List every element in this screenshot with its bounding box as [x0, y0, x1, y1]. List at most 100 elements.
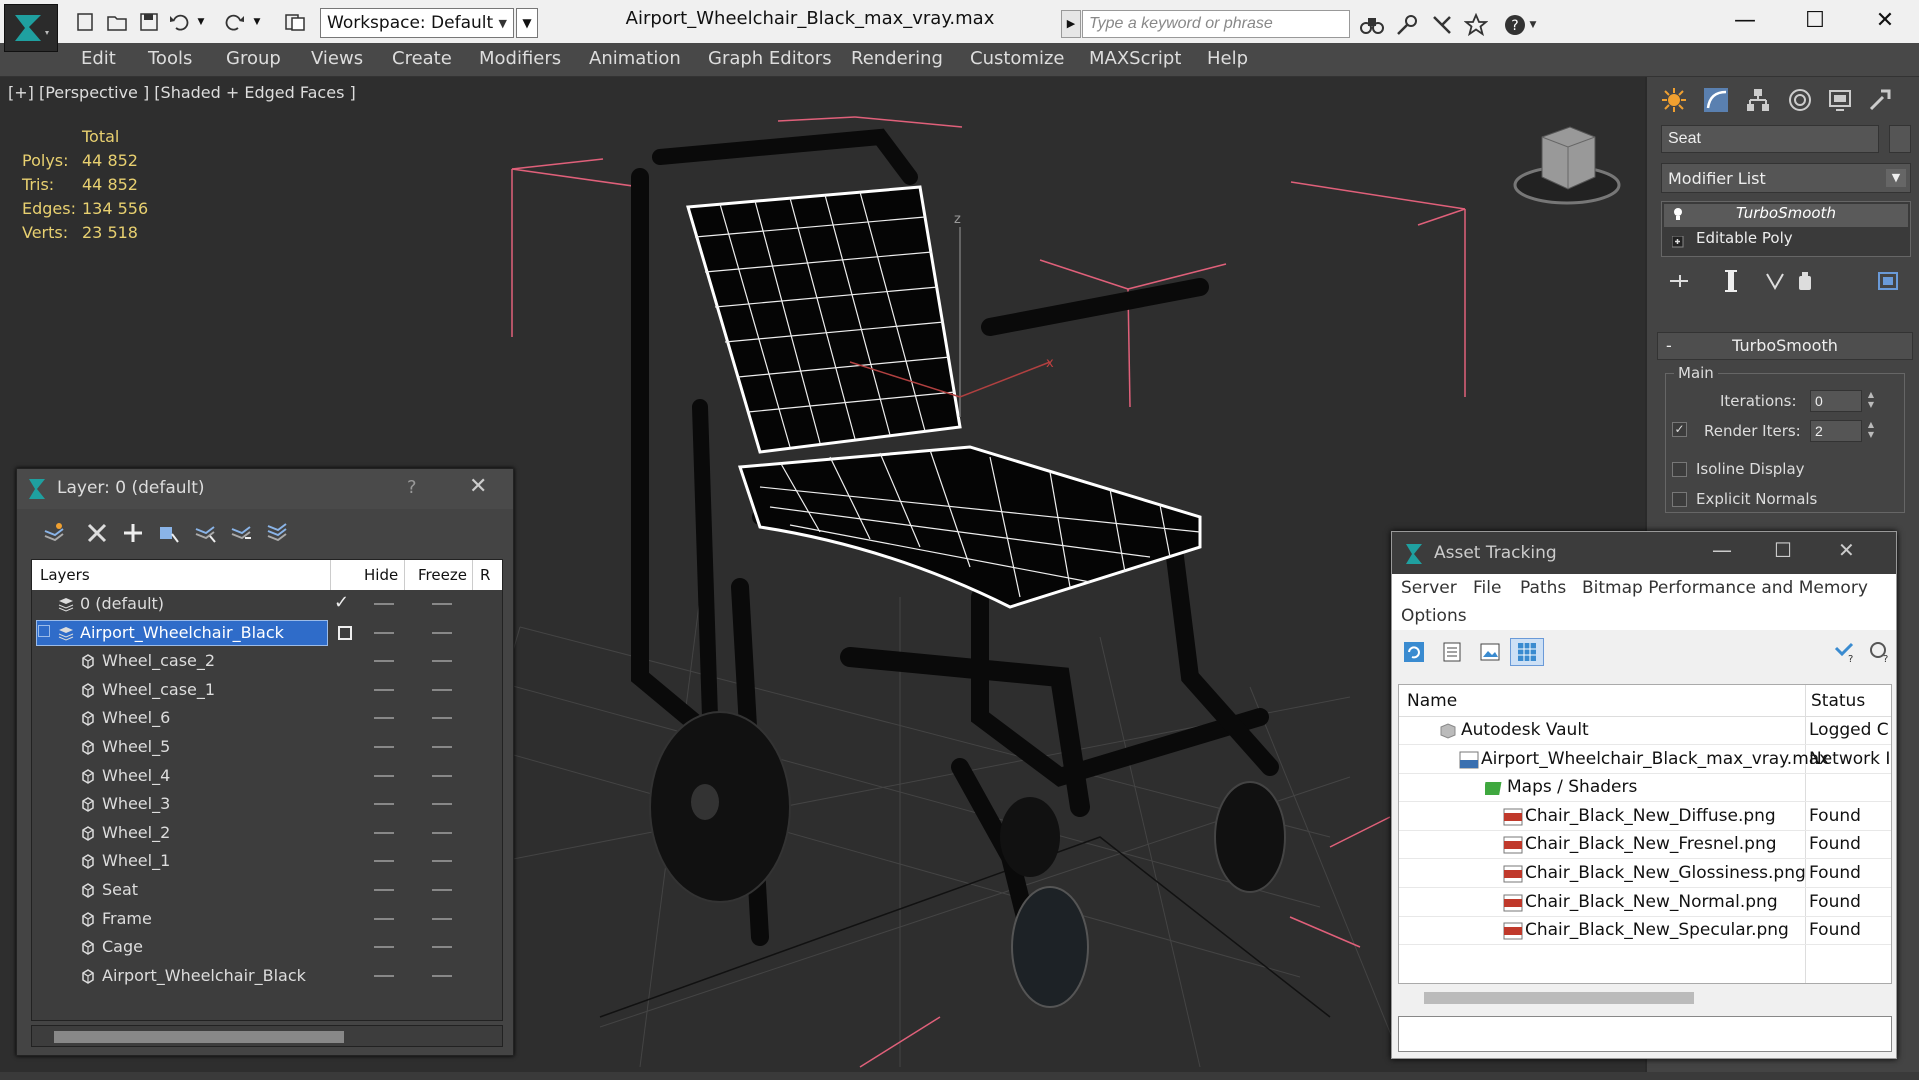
list-view-icon[interactable]: [1438, 638, 1466, 666]
layer-row[interactable]: Wheel_1: [32, 847, 498, 875]
freeze-toggle[interactable]: [432, 974, 452, 977]
asset-tracking-titlebar[interactable]: Asset Tracking — ☐ ✕: [1392, 532, 1896, 574]
modify-tab-icon[interactable]: [1697, 83, 1735, 117]
hide-toggle[interactable]: [374, 688, 394, 691]
stack-item-editable-poly[interactable]: Editable Poly: [1664, 229, 1908, 252]
hide-toggle[interactable]: [374, 946, 394, 949]
binoculars-icon[interactable]: [1357, 10, 1387, 40]
menu-server[interactable]: Server: [1401, 578, 1457, 598]
freeze-toggle[interactable]: [432, 917, 452, 920]
new-file-icon[interactable]: [72, 9, 98, 35]
menu-animation[interactable]: Animation: [589, 48, 681, 69]
show-end-result-icon[interactable]: [1717, 267, 1745, 295]
menu-views[interactable]: Views: [311, 48, 363, 69]
layer-row[interactable]: Frame: [32, 905, 498, 933]
current-layer-box-icon[interactable]: [338, 625, 352, 640]
freeze-toggle[interactable]: [432, 660, 452, 663]
hide-toggle[interactable]: [374, 974, 394, 977]
thumbnail-view-icon[interactable]: [1476, 638, 1504, 666]
asset-row[interactable]: Airport_Wheelchair_Black_max_vray.max Net…: [1399, 746, 1891, 774]
hide-toggle[interactable]: [374, 803, 394, 806]
hide-toggle[interactable]: [374, 774, 394, 777]
layer-row[interactable]: Cage: [32, 933, 498, 961]
minimize-button[interactable]: —: [1712, 538, 1732, 562]
hide-toggle[interactable]: [374, 660, 394, 663]
layer-row[interactable]: Wheel_3: [32, 790, 498, 818]
collapse-icon[interactable]: -: [1666, 333, 1672, 359]
connect-icon[interactable]: [1427, 10, 1457, 40]
menu-group[interactable]: Group: [226, 48, 281, 69]
project-folder-icon[interactable]: [282, 9, 308, 35]
menu-paths[interactable]: Paths: [1520, 578, 1566, 598]
layer-row[interactable]: Airport_Wheelchair_Black: [32, 962, 498, 990]
layer-row[interactable]: Wheel_case_1: [32, 676, 498, 704]
select-in-layer-icon[interactable]: [153, 517, 185, 549]
make-unique-icon[interactable]: [1761, 267, 1789, 295]
column-name[interactable]: Name: [1407, 691, 1457, 711]
freeze-toggle[interactable]: [432, 889, 452, 891]
object-name-field[interactable]: [1661, 125, 1879, 153]
freeze-toggle[interactable]: [432, 688, 452, 691]
scrollbar-thumb[interactable]: [54, 1031, 344, 1043]
search-input[interactable]: [1082, 10, 1350, 38]
set-current-layer-icon[interactable]: [225, 517, 257, 549]
asset-row[interactable]: Chair_Black_New_Normal.png Found: [1399, 889, 1891, 917]
lightbulb-icon[interactable]: [1672, 207, 1684, 221]
column-freeze[interactable]: Freeze: [418, 566, 467, 584]
layer-dialog-titlebar[interactable]: Layer: 0 (default) ? ✕: [17, 469, 513, 509]
render-iters-checkbox[interactable]: ✓: [1672, 422, 1687, 437]
remove-modifier-icon[interactable]: [1791, 267, 1819, 295]
layer-row[interactable]: Wheel_case_2: [32, 647, 498, 675]
asset-row[interactable]: Chair_Black_New_Glossiness.png Found: [1399, 860, 1891, 888]
close-button[interactable]: ✕: [1850, 0, 1919, 40]
layer-row[interactable]: Wheel_6: [32, 704, 498, 732]
motion-tab-icon[interactable]: [1781, 83, 1819, 117]
viewcube-icon[interactable]: [1513, 126, 1621, 205]
hide-toggle[interactable]: [374, 831, 394, 834]
layer-row[interactable]: Wheel_2: [32, 819, 498, 847]
asset-row[interactable]: Chair_Black_New_Fresnel.png Found: [1399, 831, 1891, 860]
menu-customize[interactable]: Customize: [970, 48, 1064, 69]
delete-layer-icon[interactable]: [81, 517, 113, 549]
iterations-input[interactable]: [1810, 390, 1862, 412]
freeze-toggle[interactable]: [432, 746, 452, 748]
column-status[interactable]: Status: [1811, 691, 1865, 711]
pin-stack-icon[interactable]: [1665, 267, 1693, 295]
maximize-button[interactable]: ☐: [1774, 538, 1792, 562]
layer-row[interactable]: Wheel_4: [32, 762, 498, 790]
menu-file[interactable]: File: [1473, 578, 1501, 598]
key-icon[interactable]: [1392, 10, 1422, 40]
hide-toggle[interactable]: [374, 717, 394, 720]
menu-options[interactable]: Options: [1401, 606, 1467, 626]
freeze-toggle[interactable]: [432, 717, 452, 720]
display-tab-icon[interactable]: [1821, 83, 1859, 117]
undo-dropdown-icon[interactable]: ▼: [194, 9, 208, 35]
column-render[interactable]: R: [480, 566, 490, 584]
save-icon[interactable]: [136, 9, 162, 35]
redo-dropdown-icon[interactable]: ▼: [250, 9, 264, 35]
freeze-toggle[interactable]: [432, 860, 452, 863]
close-icon[interactable]: ✕: [469, 474, 487, 499]
horizontal-scrollbar[interactable]: [1398, 986, 1892, 1008]
menu-bitmap-performance[interactable]: Bitmap Performance and Memory: [1582, 578, 1868, 598]
menu-maxscript[interactable]: MAXScript: [1089, 48, 1181, 69]
minimize-button[interactable]: —: [1710, 0, 1780, 40]
utilities-tab-icon[interactable]: [1861, 83, 1899, 117]
expand-plus-icon[interactable]: [1671, 234, 1684, 248]
layer-row[interactable]: 0 (default) ✓: [32, 590, 498, 618]
menu-help[interactable]: Help: [1207, 48, 1248, 69]
asset-row[interactable]: Maps / Shaders: [1399, 774, 1891, 803]
hide-toggle[interactable]: [374, 603, 394, 605]
horizontal-scrollbar[interactable]: [31, 1025, 503, 1047]
turbosmooth-rollout-header[interactable]: - TurboSmooth: [1657, 332, 1913, 360]
viewport-label[interactable]: [+] [Perspective ] [Shaded + Edged Faces…: [8, 83, 356, 102]
highlight-selected-icon[interactable]: [189, 517, 221, 549]
scrollbar-thumb[interactable]: [1424, 992, 1694, 1004]
redo-icon[interactable]: [222, 9, 248, 35]
hide-all-layers-icon[interactable]: [261, 517, 293, 549]
help-icon[interactable]: ?: [1830, 638, 1858, 666]
undo-icon[interactable]: [166, 9, 192, 35]
new-layer-icon[interactable]: [37, 517, 69, 549]
search-expand-button[interactable]: ▶: [1061, 10, 1081, 38]
menu-graph-editors[interactable]: Graph Editors: [708, 48, 832, 69]
